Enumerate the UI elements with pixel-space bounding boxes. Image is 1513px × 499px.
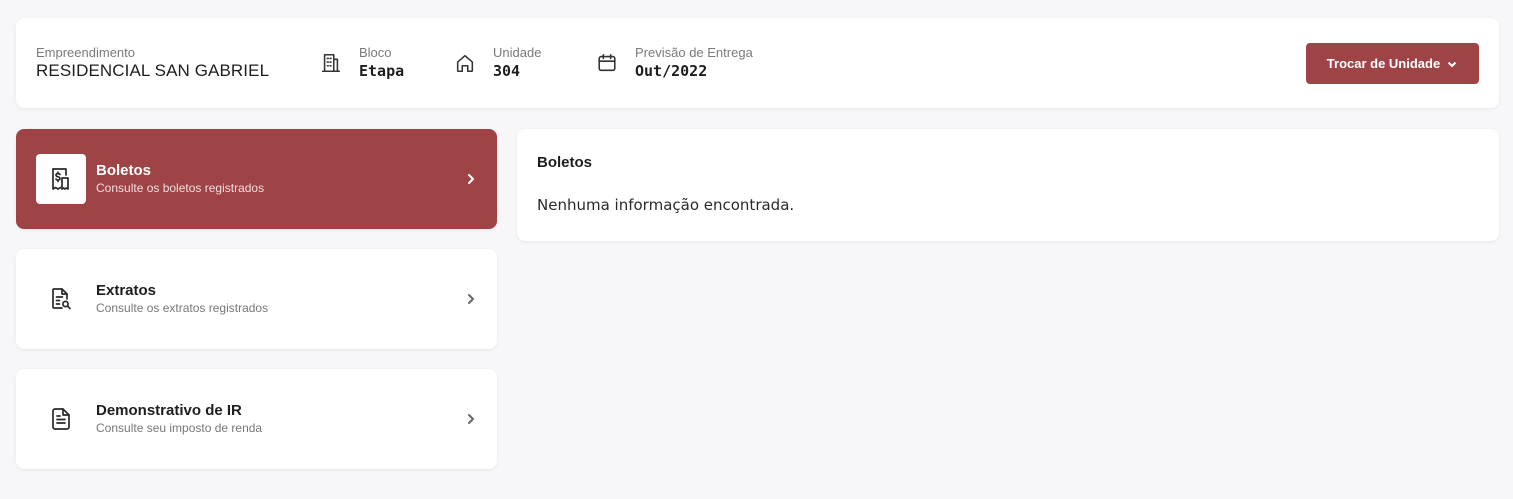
menu-item-boletos[interactable]: Boletos Consulte os boletos registrados xyxy=(16,129,497,229)
document-icon xyxy=(36,394,86,444)
unit-header: Empreendimento RESIDENCIAL SAN GABRIEL B… xyxy=(16,18,1499,108)
empreendimento-value: RESIDENCIAL SAN GABRIEL xyxy=(36,61,270,80)
building-icon xyxy=(319,51,343,75)
bloco-field: Bloco Etapa xyxy=(319,18,404,108)
chevron-right-icon xyxy=(463,170,479,188)
empreendimento-field: Empreendimento RESIDENCIAL SAN GABRIEL xyxy=(36,18,269,108)
bloco-value: Etapa xyxy=(359,62,405,80)
menu-item-extratos[interactable]: Extratos Consulte os extratos registrado… xyxy=(16,249,497,349)
menu-item-title: Boletos xyxy=(96,162,152,179)
unidade-value: 304 xyxy=(493,62,521,80)
chevron-down-icon xyxy=(1446,58,1458,70)
calendar-icon xyxy=(595,51,619,75)
menu-item-title: Extratos xyxy=(96,282,157,299)
previsao-label: Previsão de Entrega xyxy=(635,45,753,60)
receipt-dollar-icon xyxy=(36,154,86,204)
empty-message: Nenhuma informação encontrada. xyxy=(537,196,795,214)
chevron-right-icon xyxy=(463,410,479,428)
trocar-unidade-button[interactable]: Trocar de Unidade xyxy=(1306,43,1479,84)
bloco-label: Bloco xyxy=(359,45,392,60)
previsao-value: Out/2022 xyxy=(635,62,708,80)
previsao-field: Previsão de Entrega Out/2022 xyxy=(595,18,753,108)
menu-item-subtitle: Consulte os boletos registrados xyxy=(96,181,265,195)
menu-item-demonstrativo-ir[interactable]: Demonstrativo de IR Consulte seu imposto… xyxy=(16,369,497,469)
document-search-icon xyxy=(36,274,86,324)
menu-item-subtitle: Consulte seu imposto de renda xyxy=(96,421,263,435)
menu-item-title: Demonstrativo de IR xyxy=(96,402,242,419)
home-icon xyxy=(453,51,477,75)
unidade-field: Unidade 304 xyxy=(453,18,541,108)
trocar-unidade-label: Trocar de Unidade xyxy=(1326,56,1441,71)
unidade-label: Unidade xyxy=(493,45,542,60)
empreendimento-label: Empreendimento xyxy=(36,45,135,60)
menu-item-subtitle: Consulte os extratos registrados xyxy=(96,301,269,315)
boletos-panel: Boletos Nenhuma informação encontrada. xyxy=(517,129,1499,241)
chevron-right-icon xyxy=(463,290,479,308)
panel-title: Boletos xyxy=(537,154,593,171)
